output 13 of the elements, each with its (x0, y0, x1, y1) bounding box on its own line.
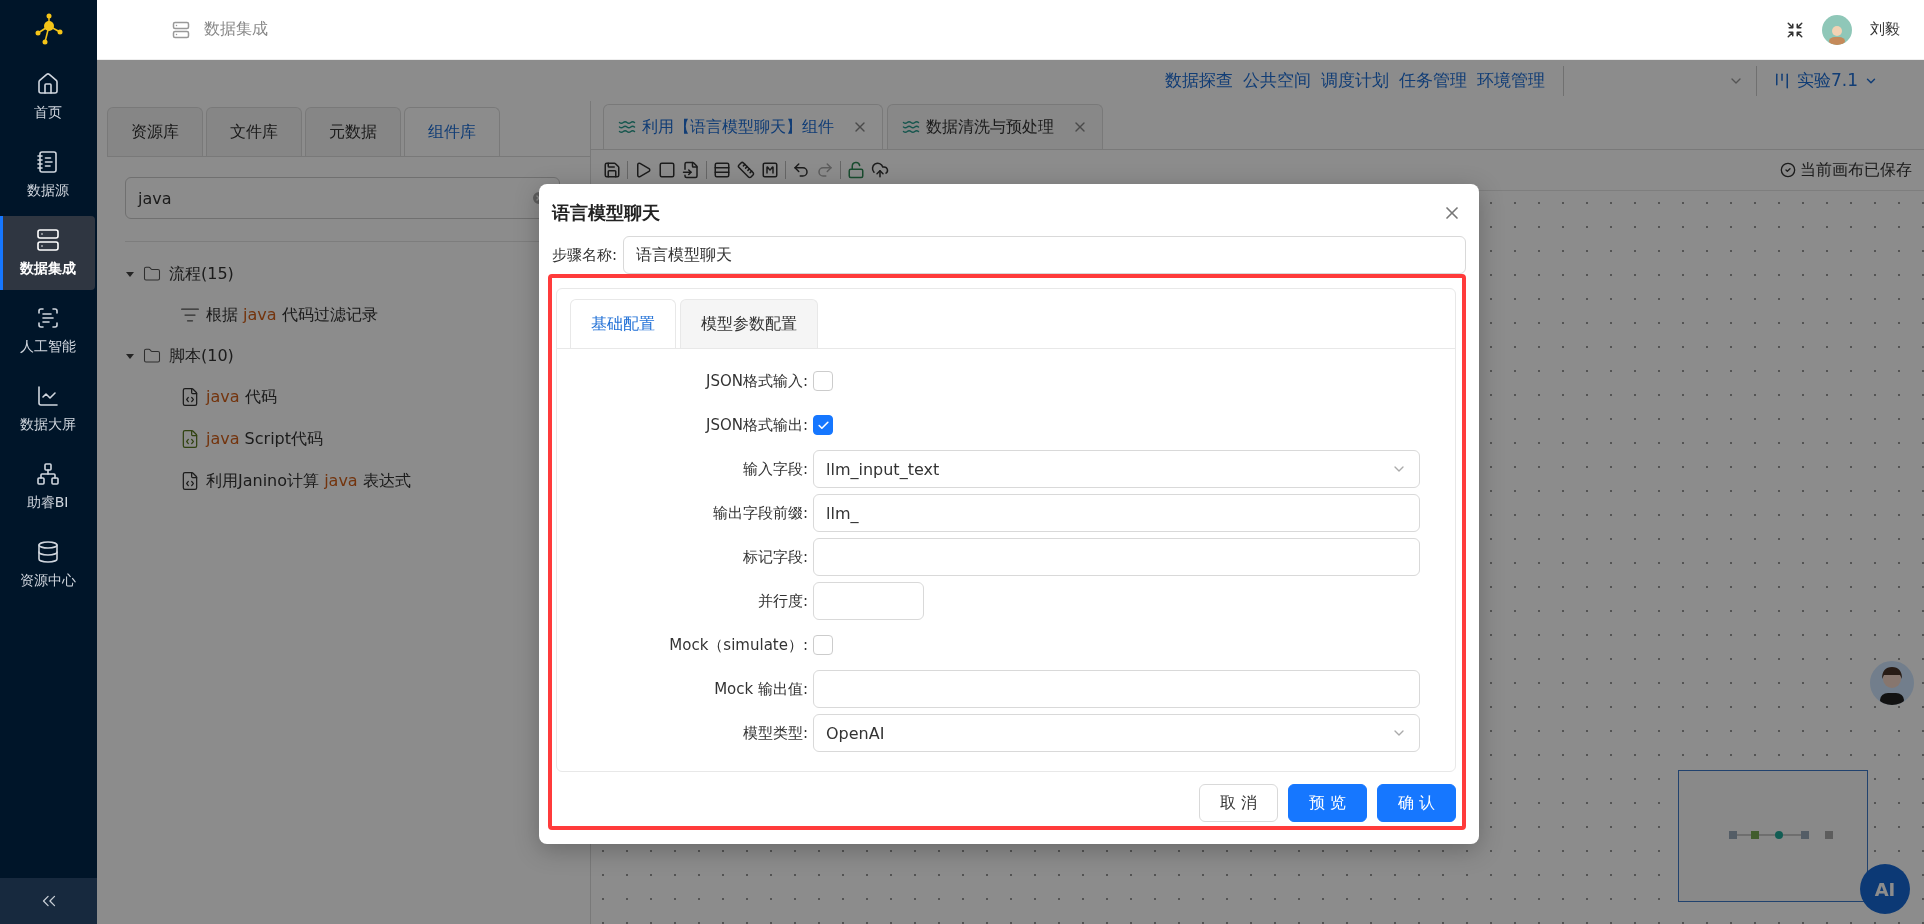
field-label: Mock（simulate）: (668, 635, 808, 655)
field-label: 模型类型: (741, 723, 808, 743)
field-label: Mock 输出值: (713, 679, 808, 699)
field-label: 步骤名称: (552, 245, 618, 265)
field-label: JSON格式输出: (704, 415, 808, 435)
field-label: JSON格式输入: (704, 371, 808, 391)
field-label: 并行度: (756, 591, 808, 611)
save-status: 当前画布已保存 (1780, 159, 1912, 181)
field-label: 标记字段: (741, 547, 808, 567)
user-name: 刘毅 (1870, 20, 1900, 39)
page-title: 数据集成 (204, 19, 268, 40)
field-label: 输入字段: (741, 459, 808, 479)
field-label: 输出字段前缀: (711, 503, 808, 523)
